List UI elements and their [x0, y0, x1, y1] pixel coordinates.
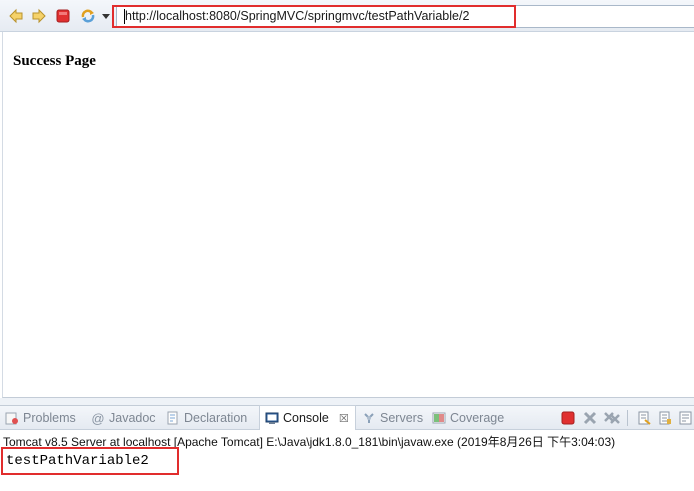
remove-launch-icon[interactable] — [582, 410, 598, 426]
declaration-icon — [166, 411, 180, 425]
browser-page-content: Success Page — [2, 32, 694, 398]
chevron-down-icon[interactable] — [101, 10, 111, 22]
javadoc-icon: @ — [91, 410, 105, 426]
tab-label: Problems — [23, 411, 76, 425]
close-icon[interactable]: ☒ — [339, 412, 349, 425]
tab-coverage[interactable]: Coverage — [432, 406, 504, 430]
word-wrap-icon[interactable] — [678, 410, 694, 426]
console-panel: Tomcat v8.5 Server at localhost [Apache … — [0, 430, 694, 491]
tab-problems[interactable]: Problems — [5, 406, 76, 430]
tab-label: Servers — [380, 411, 424, 425]
tab-javadoc[interactable]: @ Javadoc — [91, 406, 156, 430]
console-process-label: Tomcat v8.5 Server at localhost [Apache … — [3, 435, 616, 449]
page-title: Success Page — [13, 53, 96, 69]
tab-console[interactable]: Console ☒ — [259, 405, 356, 430]
remove-all-icon[interactable] — [604, 410, 620, 426]
toolbar-separator — [627, 410, 628, 426]
refresh-icon[interactable] — [80, 8, 96, 24]
coverage-icon — [432, 411, 446, 425]
clear-console-icon[interactable] — [636, 410, 652, 426]
url-text: http://localhost:8080/SpringMVC/springmv… — [125, 9, 470, 23]
tab-label: Console — [283, 411, 329, 425]
tab-declaration[interactable]: Declaration — [166, 406, 247, 430]
tab-label: Javadoc — [109, 411, 156, 425]
back-arrow-icon[interactable] — [8, 8, 24, 24]
scroll-lock-icon[interactable] — [657, 410, 673, 426]
terminate-icon[interactable] — [560, 410, 576, 426]
stop-icon[interactable] — [55, 8, 71, 24]
tab-label: Declaration — [184, 411, 248, 425]
console-icon — [265, 411, 279, 425]
view-tab-bar: Problems @ Javadoc Declaration Console ☒… — [0, 405, 694, 430]
tab-label: Coverage — [450, 411, 505, 425]
url-input[interactable]: http://localhost:8080/SpringMVC/springmv… — [116, 5, 694, 28]
console-output-line[interactable]: testPathVariable2 — [6, 453, 149, 469]
tab-servers[interactable]: Servers — [362, 406, 423, 430]
servers-icon — [362, 411, 376, 425]
forward-arrow-icon[interactable] — [31, 8, 47, 24]
browser-toolbar: http://localhost:8080/SpringMVC/springmv… — [0, 0, 694, 32]
problems-icon — [5, 411, 19, 425]
